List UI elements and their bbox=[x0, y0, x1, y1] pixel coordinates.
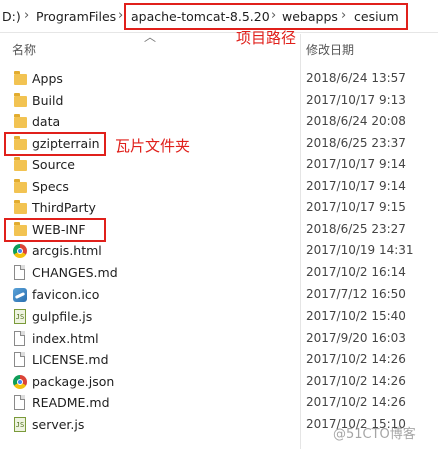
file-row-gulpfile-js[interactable]: JS gulpfile.js 2017/10/2 15:40 bbox=[0, 306, 438, 327]
web-inf-highlight-box bbox=[4, 218, 106, 242]
tile-folder-highlight-box bbox=[4, 132, 106, 156]
folder-icon bbox=[12, 157, 28, 173]
watermark: @51CTO博客 bbox=[333, 427, 416, 442]
file-date: 2018/6/24 20:08 bbox=[306, 114, 406, 128]
project-path-annotation: 项目路径 bbox=[236, 29, 297, 47]
breadcrumb-programfiles[interactable]: ProgramFiles bbox=[36, 9, 116, 24]
file-row-arcgis-html[interactable]: arcgis.html 2017/10/19 14:31 bbox=[0, 240, 438, 261]
file-name: ThirdParty bbox=[32, 200, 96, 215]
breadcrumb-separator[interactable]: › bbox=[24, 8, 29, 23]
file-row-favicon-ico[interactable]: favicon.ico 2017/7/12 16:50 bbox=[0, 284, 438, 305]
file-name: Build bbox=[32, 93, 64, 108]
file-date: 2017/10/17 9:14 bbox=[306, 179, 406, 193]
js-file-icon: JS bbox=[12, 309, 28, 325]
file-row-package-json[interactable]: package.json 2017/10/2 14:26 bbox=[0, 371, 438, 392]
column-header-name[interactable]: 名称 bbox=[12, 41, 36, 58]
file-name: Apps bbox=[32, 71, 63, 86]
file-row-build[interactable]: Build 2017/10/17 9:13 bbox=[0, 90, 438, 111]
file-name: Specs bbox=[32, 179, 69, 194]
breadcrumb-separator[interactable]: › bbox=[118, 8, 123, 23]
file-date: 2017/10/2 14:26 bbox=[306, 374, 406, 388]
folder-icon bbox=[12, 114, 28, 130]
file-date: 2017/10/2 14:26 bbox=[306, 352, 406, 366]
image-icon bbox=[12, 287, 28, 303]
file-name: data bbox=[32, 114, 61, 129]
file-date: 2017/9/20 16:03 bbox=[306, 331, 406, 345]
file-name: favicon.ico bbox=[32, 287, 100, 302]
folder-icon bbox=[12, 179, 28, 195]
file-name: Source bbox=[32, 157, 75, 172]
file-date: 2017/7/12 16:50 bbox=[306, 287, 406, 301]
file-row-index-html[interactable]: index.html 2017/9/20 16:03 bbox=[0, 328, 438, 349]
file-date: 2017/10/19 14:31 bbox=[306, 243, 414, 257]
text-file-icon bbox=[12, 265, 28, 281]
file-date: 2017/10/17 9:14 bbox=[306, 157, 406, 171]
chrome-icon bbox=[12, 243, 28, 259]
text-file-icon bbox=[12, 352, 28, 368]
file-name: README.md bbox=[32, 395, 110, 410]
sort-chevron-icon[interactable]: ︿ bbox=[144, 28, 156, 45]
file-row-specs[interactable]: Specs 2017/10/17 9:14 bbox=[0, 176, 438, 197]
chrome-icon bbox=[12, 374, 28, 390]
file-date: 2018/6/24 13:57 bbox=[306, 71, 406, 85]
js-file-icon: JS bbox=[12, 417, 28, 433]
file-date: 2017/10/2 16:14 bbox=[306, 265, 406, 279]
path-highlight-box bbox=[124, 3, 408, 30]
file-row-source[interactable]: Source 2017/10/17 9:14 bbox=[0, 154, 438, 175]
file-row-license-md[interactable]: LICENSE.md 2017/10/2 14:26 bbox=[0, 349, 438, 370]
file-name: package.json bbox=[32, 374, 115, 389]
file-row-thirdparty[interactable]: ThirdParty 2017/10/17 9:15 bbox=[0, 197, 438, 218]
file-row-changes-md[interactable]: CHANGES.md 2017/10/2 16:14 bbox=[0, 262, 438, 283]
text-file-icon bbox=[12, 395, 28, 411]
text-file-icon bbox=[12, 331, 28, 347]
folder-icon bbox=[12, 71, 28, 87]
file-date: 2018/6/25 23:37 bbox=[306, 136, 406, 150]
folder-icon bbox=[12, 93, 28, 109]
file-date: 2017/10/17 9:13 bbox=[306, 93, 406, 107]
file-date: 2018/6/25 23:27 bbox=[306, 222, 406, 236]
file-date: 2017/10/17 9:15 bbox=[306, 200, 406, 214]
file-name: arcgis.html bbox=[32, 243, 102, 258]
breadcrumb-drive[interactable]: D:) bbox=[2, 9, 21, 24]
file-date: 2017/10/2 15:40 bbox=[306, 309, 406, 323]
column-header-modified[interactable]: 修改日期 bbox=[306, 41, 354, 58]
file-name: index.html bbox=[32, 331, 99, 346]
file-name: LICENSE.md bbox=[32, 352, 109, 367]
file-row-apps[interactable]: Apps 2018/6/24 13:57 bbox=[0, 68, 438, 89]
file-name: server.js bbox=[32, 417, 85, 432]
file-date: 2017/10/2 14:26 bbox=[306, 395, 406, 409]
file-name: gulpfile.js bbox=[32, 309, 93, 324]
file-row-data[interactable]: data 2018/6/24 20:08 bbox=[0, 111, 438, 132]
file-name: CHANGES.md bbox=[32, 265, 118, 280]
tile-folder-annotation: 瓦片文件夹 bbox=[115, 137, 191, 155]
file-row-readme-md[interactable]: README.md 2017/10/2 14:26 bbox=[0, 392, 438, 413]
folder-icon bbox=[12, 200, 28, 216]
